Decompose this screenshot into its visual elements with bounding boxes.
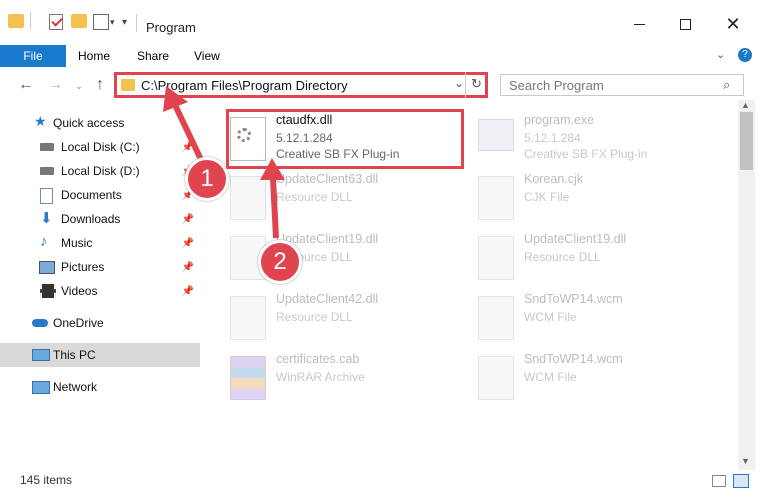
- callout-badge-one: 1: [185, 157, 229, 201]
- callout-arrows: [163, 86, 285, 239]
- arrow-two: [260, 158, 285, 239]
- callout-badge-two: 2: [258, 240, 302, 284]
- arrow-one: [163, 86, 208, 170]
